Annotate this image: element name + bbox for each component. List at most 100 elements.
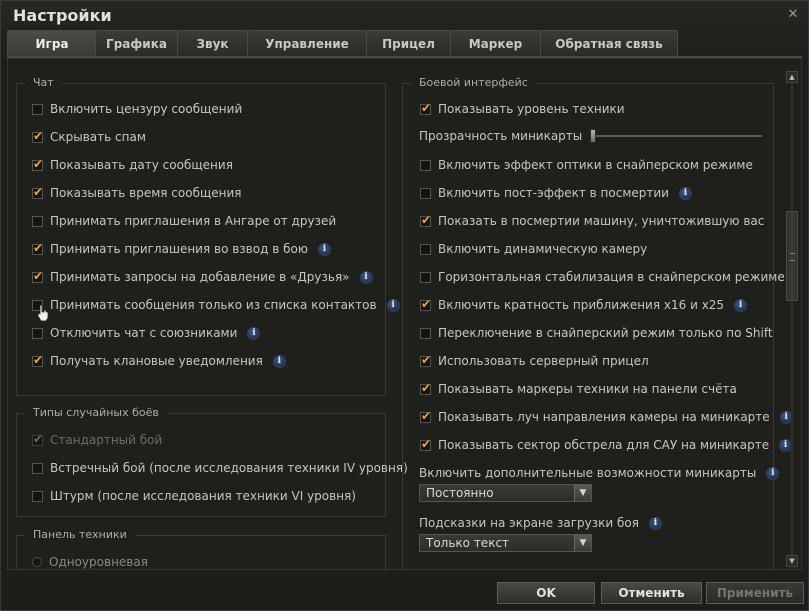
- option-label: Показывать дату сообщения: [50, 158, 233, 172]
- checkbox[interactable]: [420, 159, 431, 171]
- minimap-transparency-label: Прозрачность миникарты: [419, 129, 583, 143]
- chat-option[interactable]: Включить цензуру сообщений: [32, 101, 242, 117]
- settings-window: Настройки ✕ Игра Графика Звук Управление…: [0, 0, 809, 611]
- slider-knob[interactable]: [590, 129, 596, 143]
- checkbox[interactable]: [32, 129, 43, 143]
- option-label: Показывать луч направления камеры на мин…: [438, 410, 770, 424]
- chat-option[interactable]: Принимать запросы на добавление в «Друзь…: [32, 269, 373, 285]
- tab-game[interactable]: Игра: [7, 30, 97, 56]
- checkbox[interactable]: [32, 269, 43, 283]
- info-icon[interactable]: i: [247, 326, 261, 340]
- chat-option[interactable]: Получать клановые уведомления i: [32, 353, 286, 369]
- chat-option[interactable]: Принимать приглашения во взвод в бою i: [32, 241, 331, 257]
- info-icon[interactable]: i: [272, 354, 286, 368]
- tab-marker[interactable]: Маркер: [450, 30, 541, 56]
- info-icon[interactable]: i: [386, 298, 400, 312]
- info-icon[interactable]: i: [317, 242, 331, 256]
- checkbox[interactable]: [420, 353, 431, 367]
- battle-ui-option[interactable]: Показать в посмертии машину, уничтожившу…: [420, 213, 764, 229]
- battle-ui-option[interactable]: Показывать уровень техники: [420, 101, 625, 117]
- loading-hints-label: Подсказки на экране загрузки боя: [419, 516, 639, 530]
- checkbox[interactable]: [32, 327, 43, 339]
- battle-ui-option[interactable]: Показывать сектор обстрела для САУ на ми…: [420, 437, 793, 453]
- window-title: Настройки: [13, 6, 112, 25]
- option-label: Одноуровневая: [49, 555, 148, 569]
- chat-option[interactable]: Показывать время сообщения: [32, 185, 242, 201]
- option-label: Показывать маркеры техники на панели счё…: [438, 382, 737, 396]
- tab-graphics[interactable]: Графика: [95, 30, 178, 56]
- battle-ui-option[interactable]: Переключение в снайперский режим только …: [420, 325, 773, 341]
- battle-type-option[interactable]: Встречный бой (после исследования техник…: [32, 460, 408, 476]
- battle-ui-option[interactable]: Включить кратность приближения x16 и x25…: [420, 297, 748, 313]
- checkbox[interactable]: [420, 187, 431, 199]
- option-label: Показать в посмертии машину, уничтожившу…: [438, 214, 765, 228]
- checkbox[interactable]: [32, 241, 43, 255]
- checkbox[interactable]: [32, 490, 43, 502]
- chat-option[interactable]: Принимать сообщения только из списка кон…: [32, 297, 400, 313]
- checkbox[interactable]: [420, 297, 431, 311]
- checkbox[interactable]: [32, 462, 43, 474]
- checkbox[interactable]: [420, 243, 431, 255]
- chevron-down-icon[interactable]: ▼: [574, 485, 591, 501]
- minimap-extra-select[interactable]: Постоянно ▼: [419, 484, 592, 502]
- tab-sound[interactable]: Звук: [177, 30, 248, 56]
- select-value: Постоянно: [426, 486, 494, 500]
- checkbox[interactable]: [420, 213, 431, 227]
- info-icon[interactable]: i: [766, 466, 780, 480]
- option-label: Встречный бой (после исследования техник…: [50, 461, 408, 475]
- battle-ui-option[interactable]: Включить эффект оптики в снайперском реж…: [420, 157, 753, 173]
- checkbox[interactable]: [420, 327, 431, 339]
- scroll-track[interactable]: [791, 83, 793, 555]
- checkbox[interactable]: [420, 437, 431, 451]
- info-icon[interactable]: i: [678, 186, 692, 200]
- apply-button[interactable]: Применить: [706, 582, 804, 604]
- ok-button[interactable]: OK: [497, 582, 595, 604]
- checkbox[interactable]: [32, 103, 43, 115]
- loading-hints-select[interactable]: Только текст ▼: [419, 534, 592, 552]
- tab-controls[interactable]: Управление: [247, 30, 367, 56]
- checkbox[interactable]: [420, 101, 431, 115]
- checkbox[interactable]: [32, 215, 43, 227]
- chat-option[interactable]: Отключить чат с союзниками i: [32, 325, 261, 341]
- chat-option[interactable]: Показывать дату сообщения: [32, 157, 233, 173]
- chat-option[interactable]: Принимать приглашения в Ангаре от друзей: [32, 213, 336, 229]
- chat-option[interactable]: Скрывать спам: [32, 129, 146, 145]
- battle-ui-option[interactable]: Включить пост-эффект в посмертии i: [420, 185, 692, 201]
- option-label: Скрывать спам: [50, 130, 146, 144]
- option-label: Включить цензуру сообщений: [50, 102, 243, 116]
- chevron-down-icon[interactable]: ▼: [574, 535, 591, 551]
- option-label: Переключение в снайперский режим только …: [438, 326, 773, 340]
- radio-button[interactable]: [32, 557, 42, 567]
- option-label: Принимать приглашения во взвод в бою: [50, 242, 308, 256]
- checkbox[interactable]: [32, 185, 43, 199]
- battle-type-option: Стандартный бой: [32, 432, 162, 448]
- info-icon[interactable]: i: [359, 270, 373, 284]
- scroll-up-icon[interactable]: ▲: [786, 71, 798, 83]
- battle-ui-option[interactable]: Включить динамическую камеру: [420, 241, 647, 257]
- battle-type-option[interactable]: Штурм (после исследования техники VI уро…: [32, 488, 356, 504]
- option-label: Показывать сектор обстрела для САУ на ми…: [438, 438, 770, 452]
- cancel-button[interactable]: Отменить: [601, 582, 702, 604]
- info-icon[interactable]: i: [648, 516, 662, 530]
- minimap-transparency-slider[interactable]: [590, 129, 762, 143]
- checkbox[interactable]: [420, 271, 431, 283]
- scroll-down-icon[interactable]: ▼: [786, 555, 798, 567]
- tab-sight[interactable]: Прицел: [366, 30, 451, 56]
- option-label: Включить кратность приближения x16 и x25: [438, 298, 725, 312]
- checkbox[interactable]: [32, 353, 43, 367]
- checkbox[interactable]: [420, 409, 431, 423]
- tab-feedback[interactable]: Обратная связь: [540, 30, 678, 56]
- option-label: Стандартный бой: [50, 433, 163, 447]
- title-bar[interactable]: Настройки ✕: [1, 1, 808, 29]
- checkbox[interactable]: [420, 381, 431, 395]
- battle-ui-option[interactable]: Показывать маркеры техники на панели счё…: [420, 381, 737, 397]
- battle-ui-option[interactable]: Показывать луч направления камеры на мин…: [420, 409, 793, 425]
- battle-ui-option[interactable]: Использовать серверный прицел: [420, 353, 649, 369]
- vehicle-panel-option[interactable]: Одноуровневая: [32, 554, 148, 569]
- battle-ui-option[interactable]: Горизонтальная стабилизация в снайперско…: [420, 269, 785, 285]
- close-icon[interactable]: ✕: [786, 8, 800, 22]
- checkbox[interactable]: [32, 157, 43, 171]
- info-icon[interactable]: i: [734, 298, 748, 312]
- scroll-thumb[interactable]: [786, 211, 798, 301]
- vertical-scrollbar[interactable]: ▲ ▼: [786, 71, 798, 567]
